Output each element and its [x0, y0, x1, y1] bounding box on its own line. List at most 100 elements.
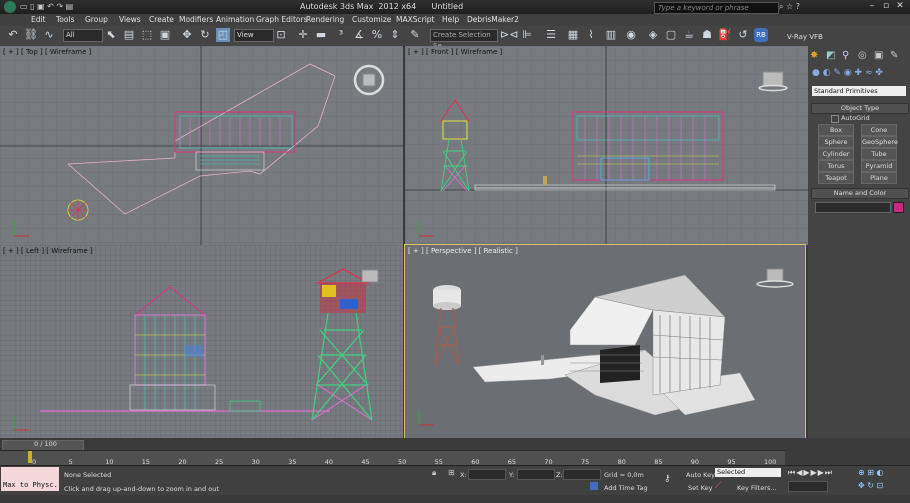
name-and-color-rollout[interactable]: Name and Color [811, 188, 909, 199]
curve-editor-icon[interactable]: ⌇ [584, 28, 598, 42]
auto-key-button[interactable]: Auto Key [686, 471, 715, 479]
viewport-perspective-label[interactable]: [ + ] [ Perspective ] [ Realistic ] [408, 247, 518, 255]
hierarchy-tab-icon[interactable]: ⚲ [842, 50, 849, 61]
menu-maxscript[interactable]: MAXScript [396, 14, 435, 26]
time-tag-icon[interactable] [590, 482, 598, 490]
tube-button[interactable]: Tube [861, 148, 897, 160]
pyramid-button[interactable]: Pyramid [861, 160, 897, 172]
menu-create[interactable]: Create [149, 14, 174, 26]
viewport-nav-icons[interactable]: ⊕ ⊞ ◐ [858, 468, 883, 477]
quick-access-icons[interactable]: ▭ ▯ ▣ ↶ ↷ ▤ [20, 2, 73, 11]
snap-3d-icon[interactable]: ³ [334, 28, 348, 42]
torus-button[interactable]: Torus [818, 160, 854, 172]
menu-rendering[interactable]: Rendering [306, 14, 344, 26]
graphite-tools-icon[interactable]: ▦ [566, 28, 580, 42]
rb-icon[interactable]: RB [754, 28, 768, 42]
menu-debrismaker[interactable]: DebrisMaker2 [467, 14, 519, 26]
menu-help[interactable]: Help [442, 14, 459, 26]
move-icon[interactable]: ✥ [180, 28, 194, 42]
set-key-button[interactable]: Set Key [688, 484, 713, 492]
menu-customize[interactable]: Customize [352, 14, 391, 26]
reference-coord-select[interactable]: View [234, 29, 274, 42]
viewport-left[interactable]: [ + ] [ Left ] [ Wireframe ] [0, 245, 403, 438]
plane-button[interactable]: Plane [861, 172, 897, 184]
render-setup-icon[interactable]: ◈ [646, 28, 660, 42]
viewport-nav-icons-2[interactable]: ✥ ↻ ⊡ [858, 481, 883, 490]
bind-spacewarp-icon[interactable]: ∿ [42, 28, 56, 42]
selection-filter-select[interactable]: All [63, 29, 103, 42]
select-by-name-icon[interactable]: ▤ [122, 28, 136, 42]
scale-icon[interactable]: ◰ [216, 28, 230, 42]
box-button[interactable]: Box [818, 124, 854, 136]
percent-snap-icon[interactable]: % [370, 28, 384, 42]
lock-icon[interactable]: 🔒︎ [432, 468, 436, 478]
viewport-top-label[interactable]: [ + ] [ Top ] [ Wireframe ] [3, 48, 91, 56]
utilities-tab-icon[interactable]: ✎ [890, 50, 898, 61]
cylinder-button[interactable]: Cylinder [818, 148, 854, 160]
window-crossing-icon[interactable]: ▣ [158, 28, 172, 42]
viewport-left-label[interactable]: [ + ] [ Left ] [ Wireframe ] [3, 247, 93, 255]
vray-vfb-button[interactable]: V-Ray VFB [787, 33, 823, 41]
viewport-front[interactable]: [ + ] [ Front ] [ Wireframe ] [405, 46, 808, 245]
add-time-tag-button[interactable]: Add Time Tag [604, 484, 648, 492]
refresh-icon[interactable]: ↺ [736, 28, 750, 42]
pivot-icon[interactable]: ⊡ [274, 28, 288, 42]
object-type-rollout[interactable]: Object Type [811, 103, 909, 114]
select-manipulate-icon[interactable]: ✛ [296, 28, 310, 42]
teapot-button[interactable]: Teapot [818, 172, 854, 184]
autogrid-checkbox[interactable] [831, 115, 839, 123]
menu-animation[interactable]: Animation [216, 14, 254, 26]
angle-snap-icon[interactable]: ∡ [352, 28, 366, 42]
edit-named-sets-icon[interactable]: ✎ [408, 28, 422, 42]
teapot-render-icon[interactable]: ⛽ [718, 28, 732, 42]
primitive-type-select[interactable]: Standard Primitives [812, 86, 906, 96]
app-logo-icon[interactable] [4, 1, 16, 13]
minimize-icon[interactable]: – [866, 1, 878, 12]
menu-tools[interactable]: Tools [56, 14, 74, 26]
named-selection-set-select[interactable]: Create Selection Se [430, 29, 498, 50]
viewport-front-label[interactable]: [ + ] [ Front ] [ Wireframe ] [408, 48, 502, 56]
spinner-snap-icon[interactable]: ⇕ [388, 28, 402, 42]
rotate-icon[interactable]: ↻ [198, 28, 212, 42]
select-object-icon[interactable]: ⬉ [104, 28, 118, 42]
geosphere-button[interactable]: GeoSphere [861, 136, 898, 148]
rendered-frame-icon[interactable]: ▢ [664, 28, 678, 42]
maxscript-listener[interactable]: Max to Physc. [1, 467, 59, 491]
key-icon[interactable]: ⚷ [664, 474, 671, 484]
undo-icon[interactable]: ↶ [6, 28, 20, 42]
sphere-button[interactable]: Sphere [818, 136, 854, 148]
object-color-swatch[interactable] [893, 202, 904, 213]
y-coord-field[interactable] [517, 469, 555, 480]
cone-button[interactable]: Cone [861, 124, 897, 136]
menu-modifiers[interactable]: Modifiers [179, 14, 213, 26]
create-tab-icon[interactable]: ✸ [810, 50, 818, 61]
menu-group[interactable]: Group [85, 14, 108, 26]
object-name-input[interactable] [815, 202, 891, 213]
menu-views[interactable]: Views [119, 14, 141, 26]
menu-edit[interactable]: Edit [31, 14, 46, 26]
rect-selection-icon[interactable]: ⬚ [140, 28, 154, 42]
material-editor-icon[interactable]: ◉ [624, 28, 638, 42]
mirror-icon[interactable]: ⊳⊲ [500, 28, 518, 42]
current-frame-field[interactable] [788, 481, 828, 492]
schematic-view-icon[interactable]: ▥ [604, 28, 618, 42]
close-icon[interactable]: ✕ [894, 1, 906, 12]
transform-mode-icon[interactable]: ⊞ [448, 468, 455, 477]
search-input[interactable]: Type a keyword or phrase [654, 2, 779, 14]
z-coord-field[interactable] [563, 469, 601, 480]
render-iterative-icon[interactable]: ☗ [700, 28, 714, 42]
viewport-top[interactable]: [ + ] [ Top ] [ Wireframe ] [0, 46, 403, 245]
x-coord-field[interactable] [468, 469, 506, 480]
key-tangent-icon[interactable]: ⟋ [715, 481, 721, 491]
link-icon[interactable]: ⛓ [24, 28, 38, 42]
modify-tab-icon[interactable]: ◩ [826, 50, 835, 61]
key-mode-select[interactable]: Selected [715, 468, 781, 477]
align-icon[interactable]: ⊫ [520, 28, 534, 42]
layer-manager-icon[interactable]: ☰ [544, 28, 558, 42]
geometry-icon[interactable]: ● ◐ ✎ ◉ ✚ ≈ ✤ [812, 68, 883, 78]
viewport-perspective[interactable]: [ + ] [ Perspective ] [ Realistic ] [404, 244, 806, 439]
motion-tab-icon[interactable]: ◎ [858, 50, 867, 61]
menu-graph-editors[interactable]: Graph Editors [256, 14, 308, 26]
playback-controls[interactable]: ⏮◀▶▶▶⏭ [788, 468, 833, 478]
display-tab-icon[interactable]: ▣ [874, 50, 883, 61]
